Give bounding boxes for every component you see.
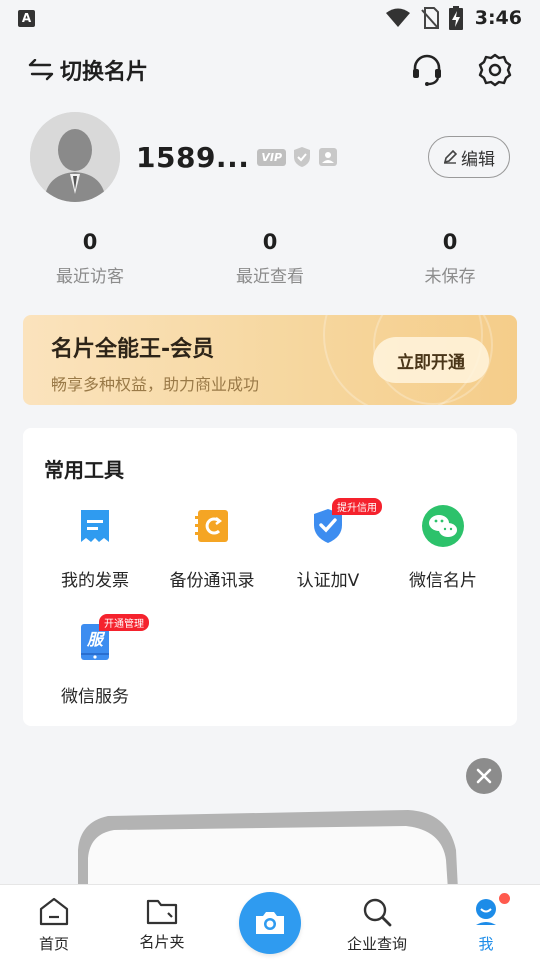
notification-dot [499,893,510,904]
vip-banner-title: 名片全能王-会员 [51,337,215,362]
verified-shield-icon[interactable] [292,146,312,168]
tool-label: 微信名片 [409,571,477,591]
stat-label: 未保存 [424,267,476,287]
tab-home[interactable]: 首页 [14,897,94,954]
tab-label: 首页 [38,935,69,953]
tab-card-folder[interactable]: 名片夹 [122,897,202,952]
wifi-icon [385,8,410,27]
stat-recent-visitors[interactable]: 0 最近访客 [20,230,160,287]
stat-value: 0 [442,230,458,254]
stat-label: 最近访客 [56,267,124,287]
app-notification-icon: A [18,9,35,27]
switch-card-label: 切换名片 [60,60,149,85]
common-tools-card: 常用工具 我的发票 备份通讯录 提升信用 认证加V 微信名片 服 开通管理 微信… [23,428,517,726]
switch-card-button[interactable]: 切换名片 [28,54,148,86]
tool-wechat-card[interactable]: 微信名片 [383,504,503,591]
search-icon [363,898,392,927]
top-nav: 切换名片 [0,46,540,94]
close-icon [476,768,492,784]
vip-membership-banner[interactable]: 名片全能王-会员 畅享多种权益，助力商业成功 立即开通 [23,315,517,405]
tab-label: 企业查询 [346,935,407,953]
no-sim-icon [420,7,439,29]
tool-backup-contacts[interactable]: 备份通讯录 [152,504,272,591]
settings-gear-icon[interactable] [478,53,512,87]
tool-tag: 提升信用 [332,498,382,515]
clock: 3:46 [474,7,522,29]
backup-contacts-icon [190,504,234,548]
wechat-icon [421,504,465,548]
tab-label: 我 [478,935,494,953]
activate-now-button[interactable]: 立即开通 [373,337,489,383]
vip-banner-subtitle: 畅享多种权益，助力商业成功 [51,375,260,394]
tools-title: 常用工具 [44,458,124,482]
user-name: 1589... [136,140,250,174]
stat-recently-viewed[interactable]: 0 最近查看 [200,230,340,287]
vip-badge[interactable]: VIP [257,148,287,166]
status-bar: A 3:46 [0,0,540,36]
tab-company-search[interactable]: 企业查询 [337,897,417,954]
edit-label: 编辑 [461,149,495,170]
tool-label: 我的发票 [61,571,129,591]
me-icon [476,899,496,925]
stat-label: 最近查看 [236,267,304,287]
scan-camera-button[interactable] [239,892,301,954]
swap-arrows-icon [28,59,54,81]
wechat-service-icon: 服 开通管理 [73,614,149,664]
tool-tag: 开通管理 [99,614,149,631]
tool-label: 认证加V [296,571,360,591]
tab-label: 名片夹 [139,933,185,951]
pencil-icon [443,150,457,164]
edit-button[interactable]: 编辑 [428,136,510,178]
folder-icon [146,899,178,925]
tool-my-invoice[interactable]: 我的发票 [35,504,155,591]
tool-label: 微信服务 [61,687,129,707]
profile-header: 1589... VIP 编辑 [30,112,510,202]
tab-me[interactable]: 我 [446,893,526,954]
home-icon [39,897,69,926]
tool-label: 备份通讯录 [169,571,255,591]
invoice-icon [73,504,117,548]
verify-shield-icon: 提升信用 [306,498,382,548]
tool-wechat-service[interactable]: 服 开通管理 微信服务 [35,614,155,707]
stat-unsaved[interactable]: 0 未保存 [380,230,520,287]
battery-charging-icon [448,6,463,30]
identity-card-icon[interactable] [318,147,338,167]
customer-service-icon[interactable] [410,53,444,87]
close-ad-button[interactable] [466,758,502,794]
camera-icon [256,912,284,934]
tool-verify-v[interactable]: 提升信用 认证加V [268,498,388,591]
avatar[interactable] [30,112,120,202]
svg-text:服: 服 [86,630,106,649]
stat-value: 0 [82,230,98,254]
ad-image[interactable] [78,810,458,890]
stat-value: 0 [262,230,278,254]
